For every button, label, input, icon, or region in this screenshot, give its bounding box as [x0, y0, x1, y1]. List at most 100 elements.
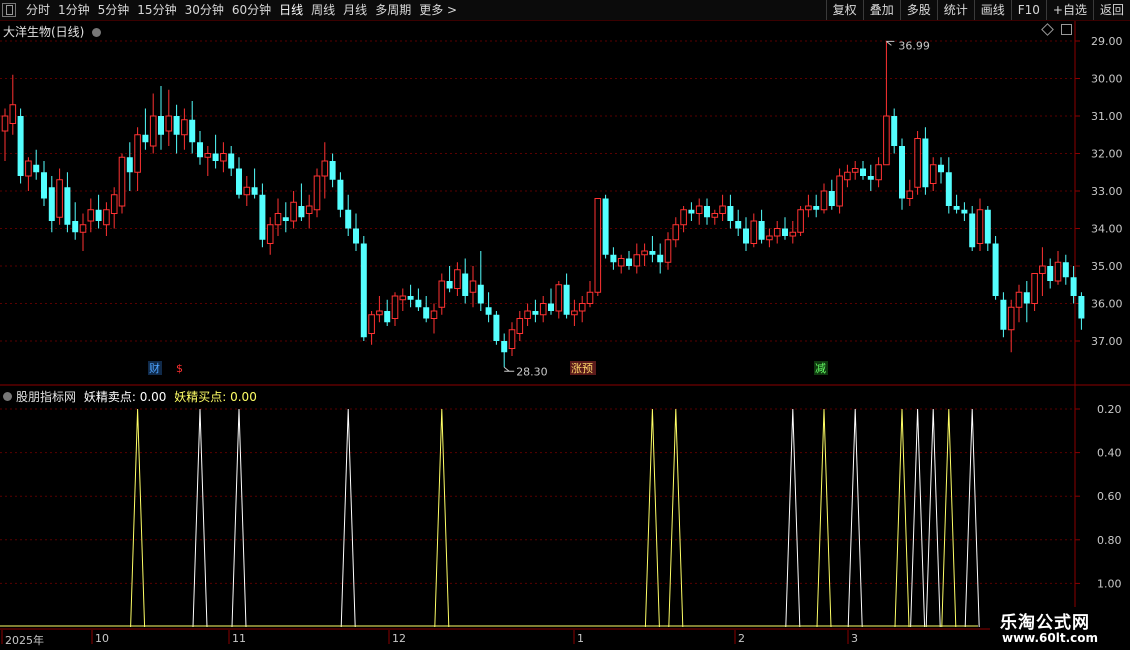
candle-body-down	[477, 284, 484, 304]
candle-body-down	[72, 221, 79, 233]
candle-body-up	[883, 115, 890, 166]
candle-body-up	[773, 228, 781, 237]
signal-pulse	[434, 408, 450, 628]
candle-body-down	[758, 221, 765, 240]
candle-body-down	[602, 198, 609, 255]
candle-body-up	[711, 213, 719, 218]
candle-body-down	[626, 258, 632, 266]
candle-body-down	[945, 172, 952, 206]
candle-body-down	[704, 206, 710, 218]
candle-body-up	[321, 160, 329, 177]
signal-pulse	[847, 408, 863, 628]
candle-body-up	[376, 310, 383, 316]
candle-body-down	[212, 153, 219, 161]
candle-body-up	[110, 194, 118, 214]
indicator-tick-label: 0.60	[1097, 490, 1122, 503]
candle-body-down	[345, 209, 352, 229]
candle-body-down	[501, 341, 508, 353]
candle-body-up	[836, 175, 843, 207]
price-tick-label: 35.00	[1091, 260, 1123, 273]
candle-body-up	[586, 291, 594, 304]
candle-body-down	[407, 296, 414, 300]
candle-body-down	[984, 209, 991, 244]
candle-body-down	[17, 116, 24, 176]
candle-body-up	[508, 329, 516, 349]
x-axis-label: 2025年	[5, 634, 44, 647]
candle-body-up	[672, 224, 680, 241]
candle-body-down	[197, 142, 203, 158]
candle-body-up	[805, 205, 812, 211]
indicator-tick-label: 1.00	[1097, 577, 1122, 590]
candle-body-down	[563, 284, 570, 315]
kline-chart[interactable]: 37.0036.0035.0034.0033.0032.0031.0030.00…	[0, 0, 1130, 650]
candle-body-up	[539, 303, 547, 316]
low-arrow	[503, 366, 515, 372]
candle-body-down	[353, 228, 359, 244]
candle-body-down	[743, 228, 749, 244]
indicator-tick-label: 0.40	[1097, 447, 1122, 460]
candle-body-down	[298, 206, 305, 218]
candle-body-down	[953, 206, 960, 210]
candle-body-up	[664, 239, 672, 263]
candle-body-down	[782, 228, 788, 236]
candle-body-up	[25, 160, 32, 177]
candle-body-up	[313, 175, 321, 211]
price-tick-label: 34.00	[1091, 223, 1123, 236]
candle-body-up	[79, 224, 87, 233]
candle-body-down	[446, 281, 453, 289]
candle-body-up	[1054, 261, 1062, 282]
candle-body-down	[329, 161, 336, 180]
candle-body-up	[524, 310, 531, 319]
candle-body-down	[259, 194, 266, 240]
candle-body-up	[1007, 306, 1015, 331]
x-axis-label: 1	[577, 632, 584, 645]
candle-body-up	[454, 269, 461, 289]
x-axis-label: 3	[851, 632, 858, 645]
candle-body-down	[337, 179, 344, 210]
price-tick-label: 36.00	[1091, 298, 1123, 311]
candle-body-up	[1039, 265, 1046, 274]
signal-pulse	[925, 408, 941, 628]
candle-body-up	[56, 179, 63, 218]
candle-body-down	[649, 251, 656, 255]
signal-pulse	[816, 408, 832, 628]
candle-body-up	[1031, 273, 1038, 304]
candle-body-up	[844, 171, 851, 181]
candle-body-down	[532, 311, 539, 315]
candle-body-up	[555, 284, 563, 312]
candle-body-down	[938, 164, 944, 173]
x-axis-label: 10	[95, 632, 109, 645]
signal-pulse	[910, 408, 926, 628]
candle-body-down	[142, 134, 149, 143]
candle-body-up	[929, 164, 937, 184]
candle-body-up	[789, 231, 797, 237]
candle-body-up	[851, 168, 859, 173]
candle-body-down	[860, 168, 866, 176]
candle-body-up	[438, 280, 446, 308]
candle-body-down	[867, 176, 874, 180]
candle-body-down	[891, 116, 898, 146]
candle-body-down	[1000, 299, 1007, 330]
candle-body-down	[485, 307, 492, 315]
signal-pulse	[785, 408, 801, 628]
indicator-tick-label: 0.20	[1097, 403, 1122, 416]
x-axis-label: 11	[232, 632, 246, 645]
candle-body-up	[695, 205, 703, 214]
candle-body-up	[797, 209, 804, 233]
candle-body-down	[548, 303, 554, 311]
high-price-label: 36.99	[898, 39, 930, 52]
candle-body-down	[228, 153, 235, 169]
candle-body-up	[571, 310, 578, 316]
candle-body-up	[204, 153, 212, 158]
candle-body-up	[1, 115, 9, 132]
price-tick-label: 32.00	[1091, 148, 1123, 161]
candle-body-down	[610, 254, 617, 263]
price-tick-label: 33.00	[1091, 185, 1123, 198]
candle-body-down	[1070, 277, 1077, 296]
candle-body-down	[236, 168, 242, 195]
candle-body-up	[641, 250, 648, 256]
event-marker: 财	[149, 361, 160, 375]
candle-body-up	[118, 156, 126, 207]
candle-body-up	[368, 314, 375, 334]
candle-body-up	[165, 115, 173, 132]
